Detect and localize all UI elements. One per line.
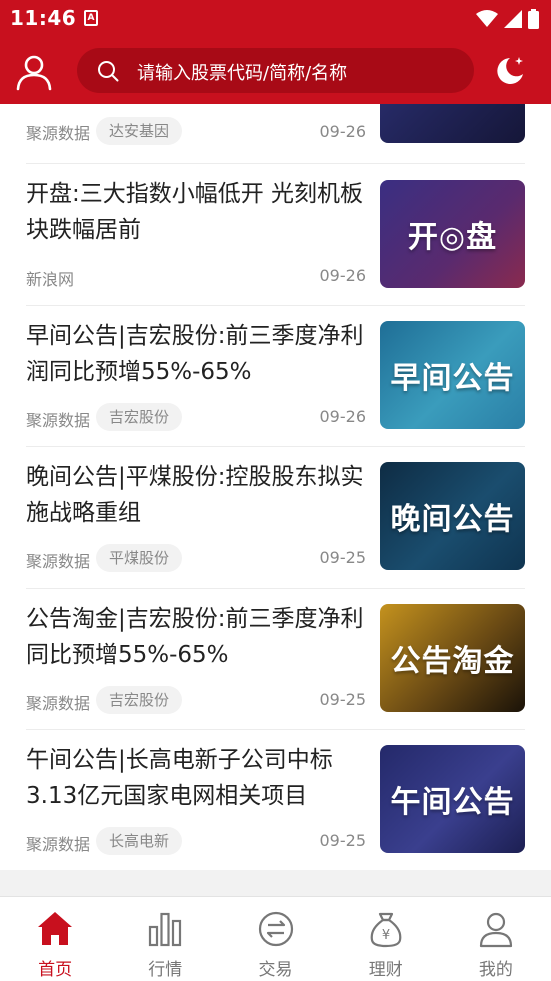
news-date: 09-25 bbox=[319, 690, 367, 709]
news-title: 午间公告|长高电新子公司中标3.13亿元国家电网相关项目 bbox=[26, 747, 333, 809]
nav-label: 行情 bbox=[148, 960, 183, 980]
home-icon bbox=[38, 912, 73, 945]
status-bar: 11:46 A bbox=[0, 0, 551, 38]
nav-label: 我的 bbox=[478, 960, 513, 980]
notification-app-icon: A bbox=[84, 10, 98, 26]
exchange-icon bbox=[258, 911, 293, 947]
news-date: 09-25 bbox=[319, 548, 367, 567]
nav-label: 理财 bbox=[368, 960, 403, 980]
nav-mine[interactable]: 我的 bbox=[441, 897, 551, 981]
stock-tag[interactable]: 吉宏股份 bbox=[96, 403, 183, 431]
news-source: 新浪网 bbox=[26, 270, 75, 289]
news-date: 09-26 bbox=[319, 407, 367, 426]
profile-icon bbox=[479, 912, 513, 948]
battery-icon bbox=[528, 9, 539, 29]
news-date: 09-26 bbox=[319, 122, 367, 141]
news-thumbnail: 开◎盘 bbox=[380, 180, 525, 288]
news-title: 晚间公告|平煤股份:控股股东拟实施战略重组 bbox=[26, 464, 364, 526]
stock-tag[interactable]: 长高电新 bbox=[96, 827, 183, 855]
news-title: 早间公告|吉宏股份:前三季度净利润同比预增55%-65% bbox=[26, 323, 364, 385]
news-source: 聚源数据 bbox=[26, 552, 91, 571]
wifi-icon bbox=[476, 10, 498, 27]
news-thumbnail: 午间公告 bbox=[380, 745, 525, 853]
news-feed[interactable]: 聚源数据 达安基因 09-26 开盘:三大指数小幅低开 光刻机板块跌幅居前 新浪… bbox=[0, 104, 551, 870]
nav-home[interactable]: 首页 bbox=[0, 897, 110, 981]
news-title: 公告淘金|吉宏股份:前三季度净利同比预增55%-65% bbox=[26, 606, 364, 668]
user-profile-icon[interactable] bbox=[14, 52, 54, 92]
news-thumbnail: 早间公告 bbox=[380, 321, 525, 429]
news-title: 开盘:三大指数小幅低开 光刻机板块跌幅居前 bbox=[26, 181, 364, 243]
signal-icon bbox=[504, 10, 522, 28]
news-item[interactable]: 聚源数据 达安基因 09-26 bbox=[26, 104, 525, 163]
search-placeholder: 请输入股票代码/简称/名称 bbox=[137, 63, 348, 84]
stock-tag[interactable]: 吉宏股份 bbox=[96, 686, 183, 714]
news-item[interactable]: 公告淘金|吉宏股份:前三季度净利同比预增55%-65% 聚源数据 吉宏股份 09… bbox=[26, 588, 525, 729]
bar-chart-icon bbox=[149, 912, 182, 947]
app-header: 请输入股票代码/简称/名称 bbox=[0, 38, 551, 104]
nav-wealth[interactable]: ¥ 理财 bbox=[331, 897, 441, 981]
money-bag-icon: ¥ bbox=[370, 912, 402, 948]
news-item[interactable]: 晚间公告|平煤股份:控股股东拟实施战略重组 聚源数据 平煤股份 09-25 晚间… bbox=[26, 446, 525, 588]
news-source: 聚源数据 bbox=[26, 124, 91, 143]
search-bar[interactable]: 请输入股票代码/简称/名称 bbox=[77, 48, 474, 93]
news-thumbnail bbox=[380, 104, 525, 143]
news-thumbnail: 公告淘金 bbox=[380, 604, 525, 712]
svg-text:¥: ¥ bbox=[382, 928, 390, 943]
night-mode-icon[interactable] bbox=[492, 54, 526, 88]
news-date: 09-26 bbox=[319, 266, 367, 285]
nav-label: 首页 bbox=[38, 960, 73, 980]
search-icon bbox=[98, 61, 119, 82]
nav-label: 交易 bbox=[258, 960, 293, 980]
news-source: 聚源数据 bbox=[26, 694, 91, 713]
nav-market[interactable]: 行情 bbox=[110, 897, 220, 981]
news-thumbnail: 晚间公告 bbox=[380, 462, 525, 570]
status-time: 11:46 bbox=[10, 6, 77, 30]
nav-trade[interactable]: 交易 bbox=[220, 897, 330, 981]
news-date: 09-25 bbox=[319, 831, 367, 850]
news-source: 聚源数据 bbox=[26, 835, 91, 854]
stock-tag[interactable]: 平煤股份 bbox=[96, 544, 183, 572]
status-icons bbox=[476, 9, 539, 29]
news-item[interactable]: 早间公告|吉宏股份:前三季度净利润同比预增55%-65% 聚源数据 吉宏股份 0… bbox=[26, 305, 525, 446]
bottom-nav: 首页 行情 交易 ¥ 理财 我的 bbox=[0, 896, 551, 981]
news-item[interactable]: 开盘:三大指数小幅低开 光刻机板块跌幅居前 新浪网 09-26 开◎盘 bbox=[26, 163, 525, 305]
news-item[interactable]: 午间公告|长高电新子公司中标3.13亿元国家电网相关项目 聚源数据 长高电新 0… bbox=[26, 729, 525, 870]
news-source: 聚源数据 bbox=[26, 411, 91, 430]
stock-tag[interactable]: 达安基因 bbox=[96, 117, 183, 145]
